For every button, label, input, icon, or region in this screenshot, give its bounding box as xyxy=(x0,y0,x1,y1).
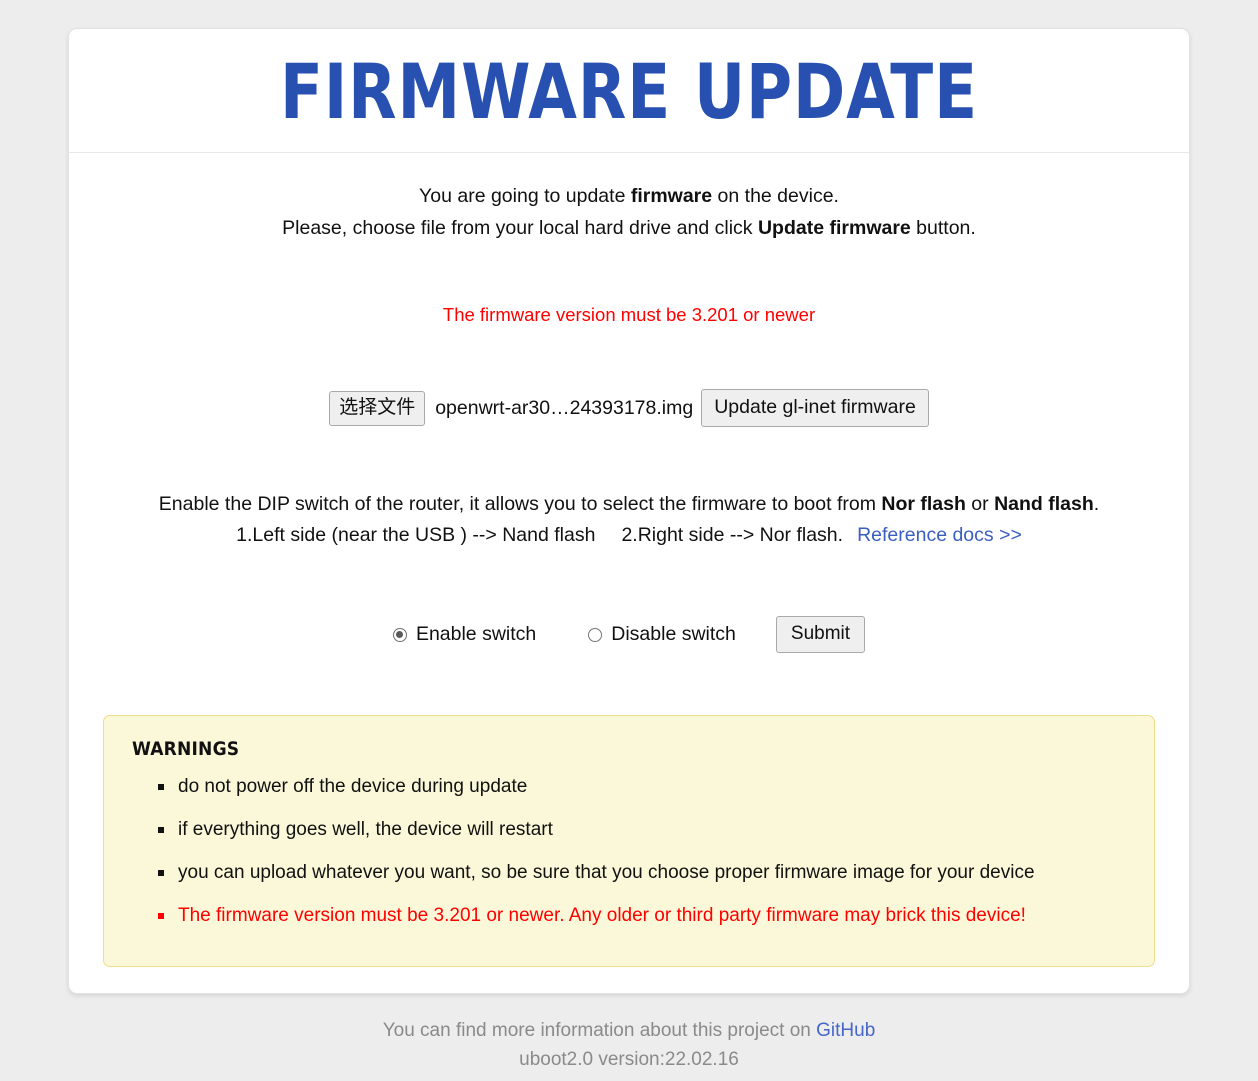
radio-disable-switch[interactable]: Disable switch xyxy=(588,623,736,646)
radio-enable-label: Enable switch xyxy=(415,623,537,646)
dip-line1-part1: Enable the DIP switch of the router, it … xyxy=(158,493,882,516)
intro-line2-bold: Update firmware xyxy=(757,216,911,239)
intro-line1-part1: You are going to update xyxy=(419,185,631,207)
choose-file-button[interactable]: 选择文件 xyxy=(329,390,426,426)
dip-option-left: 1.Left side (near the USB ) --> Nand fla… xyxy=(236,523,596,546)
intro-line1-part2: on the device. xyxy=(712,185,839,207)
radio-enable-indicator[interactable] xyxy=(392,627,407,642)
footer-text: You can find more information about this… xyxy=(382,1019,817,1041)
dip-switch-instructions: Enable the DIP switch of the router, it … xyxy=(103,489,1155,550)
radio-disable-indicator[interactable] xyxy=(588,627,603,642)
github-link[interactable]: GitHub xyxy=(816,1020,875,1041)
warnings-panel: WARNINGS do not power off the device dur… xyxy=(103,715,1155,967)
warning-item: do not power off the device during updat… xyxy=(158,766,1126,809)
submit-button[interactable]: Submit xyxy=(775,616,866,654)
update-firmware-button[interactable]: Update gl-inet firmware xyxy=(701,389,929,428)
radio-enable-switch[interactable]: Enable switch xyxy=(392,623,537,646)
intro-line2-part2: button. xyxy=(910,216,976,239)
card-header: FIRMWARE UPDATE xyxy=(69,29,1189,153)
warning-item: if everything goes well, the device will… xyxy=(158,809,1126,852)
reference-docs-link[interactable]: Reference docs >> xyxy=(857,524,1022,546)
intro-line2-part1: Please, choose file from your local hard… xyxy=(282,216,758,239)
warnings-list: do not power off the device during updat… xyxy=(132,766,1126,938)
footer-info-line: You can find more information about this… xyxy=(68,1016,1190,1045)
firmware-update-card: FIRMWARE UPDATE You are going to update … xyxy=(68,28,1190,994)
page-root: FIRMWARE UPDATE You are going to update … xyxy=(0,0,1258,1081)
footer-version: uboot2.0 version:22.02.16 xyxy=(519,1049,739,1071)
page-title: FIRMWARE UPDATE xyxy=(279,47,979,136)
warning-item: you can upload whatever you want, so be … xyxy=(158,852,1126,895)
dip-nand-flash: Nand flash xyxy=(994,493,1094,516)
dip-nor-flash: Nor flash xyxy=(881,493,966,516)
card-body: You are going to update firmware on the … xyxy=(69,153,1189,993)
intro-text: You are going to update firmware on the … xyxy=(103,181,1155,244)
radio-disable-label: Disable switch xyxy=(611,623,736,646)
warning-item-danger: The firmware version must be 3.201 or ne… xyxy=(158,895,1126,938)
selected-file-name: openwrt-ar30…24393178.img xyxy=(435,396,694,419)
dip-option-right: 2.Right side --> Nor flash. xyxy=(621,523,844,546)
warnings-heading: WARNINGS xyxy=(132,738,240,761)
file-upload-row: 选择文件 openwrt-ar30…24393178.img Update gl… xyxy=(103,389,1155,428)
firmware-version-notice: The firmware version must be 3.201 or ne… xyxy=(442,304,816,326)
intro-line-2: Please, choose file from your local hard… xyxy=(282,217,976,239)
dip-line1-end: . xyxy=(1093,493,1100,516)
page-footer: You can find more information about this… xyxy=(68,1016,1190,1075)
dip-line-1: Enable the DIP switch of the router, it … xyxy=(103,489,1155,519)
intro-line1-bold: firmware xyxy=(630,185,713,207)
intro-line-1: You are going to update firmware on the … xyxy=(419,185,839,207)
dip-line1-mid: or xyxy=(965,493,995,516)
dip-switch-controls: Enable switch Disable switch Submit xyxy=(103,616,1155,654)
dip-line-2: 1.Left side (near the USB ) --> Nand fla… xyxy=(103,520,1155,550)
